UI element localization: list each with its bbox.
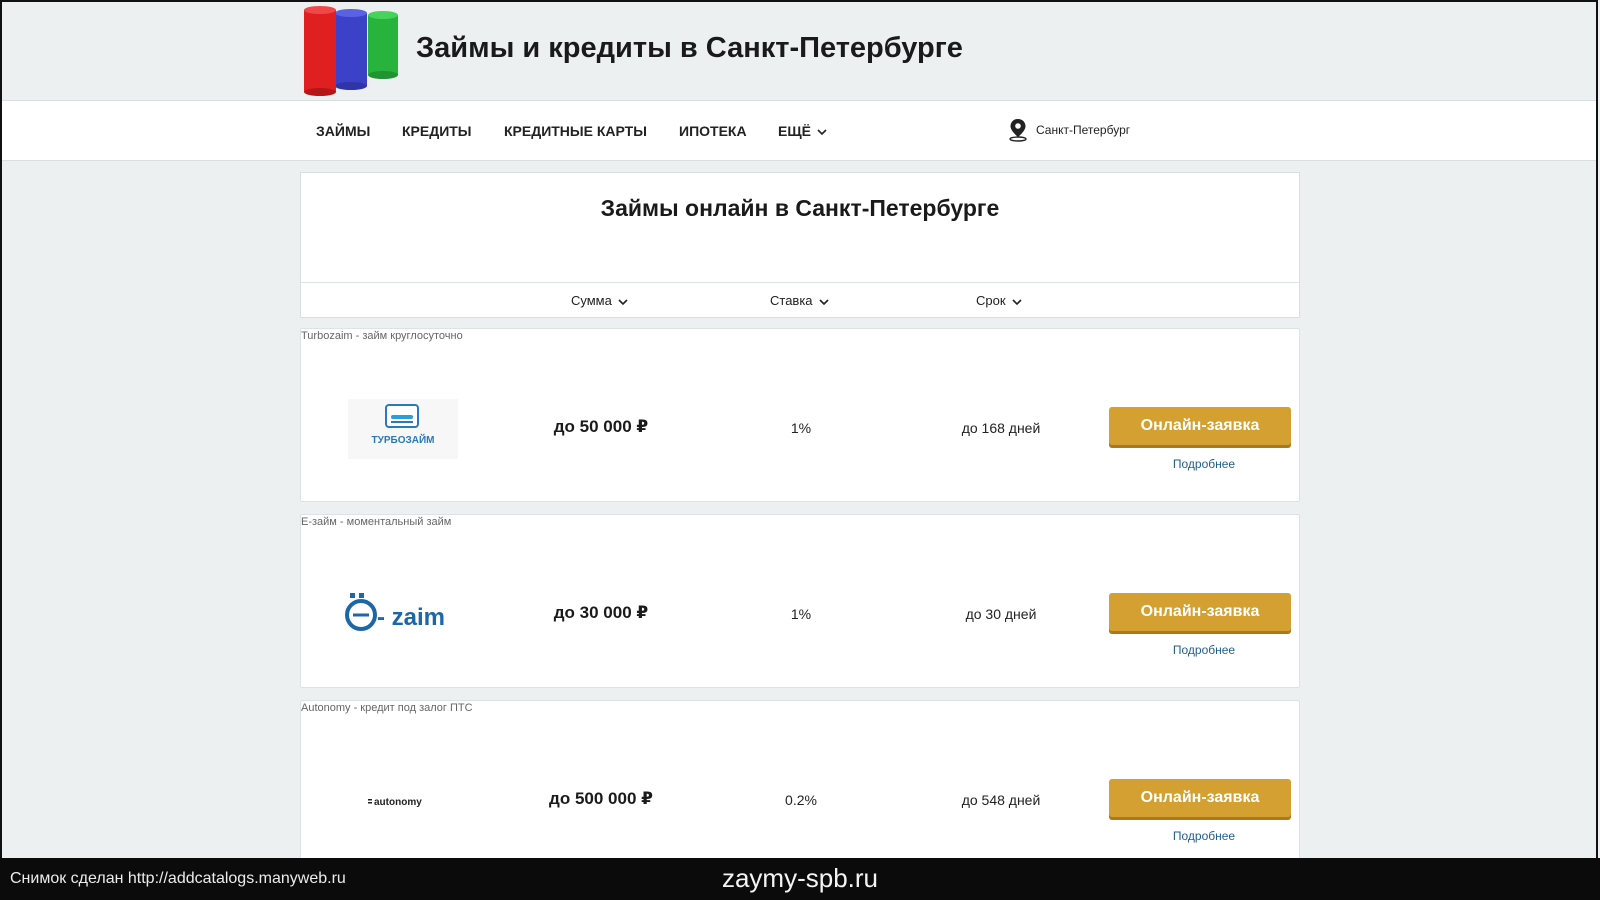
panel-header: Займы онлайн в Санкт-Петербурге [301, 173, 1299, 283]
autonomy-logo-icon: autonomy [368, 797, 422, 808]
turbozaim-logo-icon: ТУРБОЗАЙМ [348, 399, 458, 459]
offers-panel: Займы онлайн в Санкт-Петербурге Сумма Ст… [300, 172, 1300, 318]
offer-card: Turbozaim - займ круглосуточно ТУРБОЗАЙМ… [300, 328, 1300, 502]
screenshot-footer: Снимок сделан http://addcatalogs.manyweb… [0, 858, 1600, 900]
offer-rate: 1% [790, 606, 812, 622]
offer-logo-text: ТУРБОЗАЙМ [372, 433, 435, 446]
ezaim-logo-icon: - zaim [345, 593, 445, 631]
offer-logo[interactable]: - zaim [343, 581, 463, 649]
sort-rate[interactable]: Ставка [770, 293, 829, 308]
offer-caption: Turbozaim - займ круглосуточно [301, 330, 463, 342]
offer-logo-text: - zaim [377, 604, 445, 631]
offer-logo[interactable]: autonomy [343, 767, 463, 835]
page-title: Займы онлайн в Санкт-Петербурге [600, 195, 1000, 221]
sort-term-label: Срок [976, 293, 1006, 308]
details-link[interactable]: Подробнее [1109, 643, 1299, 657]
sort-amount[interactable]: Сумма [571, 293, 628, 308]
sort-rate-label: Ставка [770, 293, 813, 308]
offer-amount: до 30 000 ₽ [553, 603, 649, 622]
offer-rate: 0.2% [785, 792, 817, 808]
chevron-down-icon [1011, 298, 1022, 305]
footer-domain: zaymy-spb.ru [721, 863, 879, 893]
offer-term: до 168 дней [961, 420, 1041, 436]
logo-icon[interactable] [302, 5, 402, 97]
apply-online-button[interactable]: Онлайн-заявка [1109, 593, 1291, 631]
offer-logo-text: autonomy [374, 797, 422, 808]
location-label: Санкт-Петербург [1036, 123, 1131, 137]
chevron-down-icon [817, 129, 827, 136]
offer-caption: Е-займ - моментальный займ [301, 516, 452, 528]
main-nav: ЗАЙМЫ КРЕДИТЫ КРЕДИТНЫЕ КАРТЫ ИПОТЕКА ЕЩ… [2, 101, 1596, 161]
offer-caption: Autonomy - кредит под залог ПТС [301, 702, 473, 714]
location-selector[interactable]: Санкт-Петербург [1008, 117, 1130, 143]
chevron-down-icon [818, 298, 829, 305]
apply-online-button[interactable]: Онлайн-заявка [1109, 407, 1291, 445]
nav-item-mortgage[interactable]: ИПОТЕКА [679, 123, 747, 139]
sort-row: Сумма Ставка Срок [301, 283, 1299, 317]
offer-rate: 1% [790, 420, 812, 436]
details-link[interactable]: Подробнее [1109, 829, 1299, 843]
sort-amount-label: Сумма [571, 293, 612, 308]
details-link[interactable]: Подробнее [1109, 457, 1299, 471]
nav-item-loans[interactable]: ЗАЙМЫ [316, 123, 370, 139]
site-title: Займы и кредиты в Санкт-Петербурге [416, 32, 963, 64]
offer-card: Е-займ - моментальный займ - zaim до 30 … [300, 514, 1300, 688]
offer-logo[interactable]: ТУРБОЗАЙМ [343, 395, 463, 463]
nav-item-credits[interactable]: КРЕДИТЫ [402, 123, 472, 139]
offer-amount: до 50 000 ₽ [553, 417, 649, 436]
nav-item-more[interactable]: ЕЩЁ [778, 123, 827, 139]
site-header: Займы и кредиты в Санкт-Петербурге [2, 2, 1596, 101]
nav-item-more-label: ЕЩЁ [778, 123, 811, 139]
offer-term: до 548 дней [961, 792, 1041, 808]
sort-term[interactable]: Срок [976, 293, 1022, 308]
offer-term: до 30 дней [965, 606, 1037, 622]
chevron-down-icon [618, 298, 628, 305]
apply-online-button[interactable]: Онлайн-заявка [1109, 779, 1291, 817]
offer-card: Autonomy - кредит под залог ПТС autonomy… [300, 700, 1300, 874]
offer-amount: до 500 000 ₽ [549, 789, 653, 808]
map-pin-icon [1009, 119, 1027, 142]
nav-item-credit-cards[interactable]: КРЕДИТНЫЕ КАРТЫ [504, 123, 647, 139]
